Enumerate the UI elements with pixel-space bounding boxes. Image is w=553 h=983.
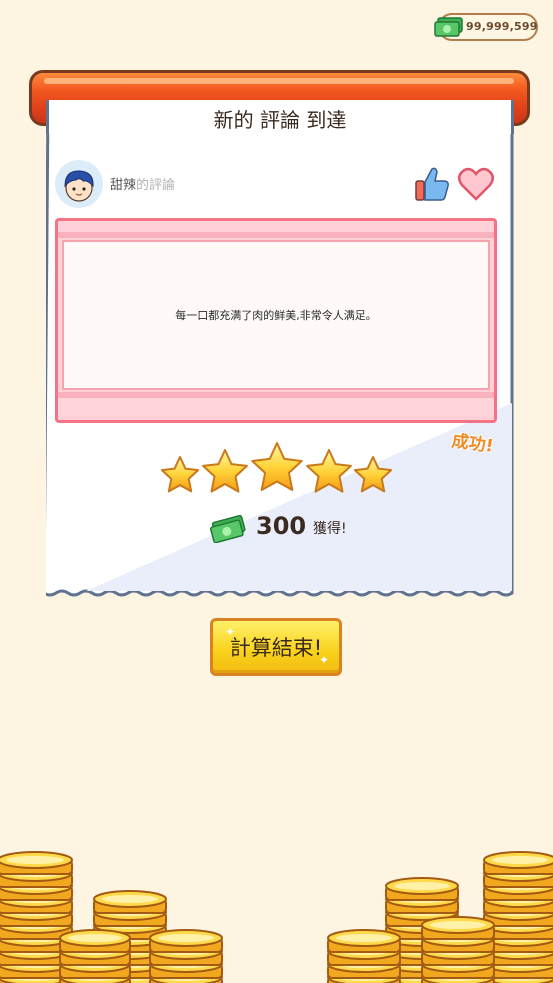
coin-stack-left: [0, 851, 223, 983]
rating-stars: [160, 442, 393, 493]
page-title: 新的 評論 到達: [213, 108, 347, 132]
star-icon: [251, 442, 303, 491]
avatar: [55, 160, 103, 208]
cash-icon: [209, 514, 246, 543]
sparkle-icon: ✦: [318, 653, 329, 667]
star-icon: [353, 456, 393, 493]
coin-icon: [59, 929, 131, 953]
cash-icon: [434, 17, 463, 37]
end-calculation-button[interactable]: ✦ ✦ 計算結束!: [210, 618, 342, 676]
reward-amount: 300: [256, 512, 307, 540]
avatar-face-icon: [64, 170, 94, 202]
review-band-line: [58, 392, 494, 398]
review-content: 每一口都充满了肉的鲜美,非常令人满足。: [62, 240, 490, 390]
review-text: 每一口都充满了肉的鲜美,非常令人满足。: [175, 309, 377, 322]
currency-amount: 99,999,599: [466, 20, 538, 33]
reward-label: 獲得!: [313, 521, 347, 537]
review-band-bottom: [58, 398, 494, 416]
reviewer-name-text: 甜辣: [110, 178, 137, 193]
thumbs-up-icon[interactable]: [414, 165, 450, 203]
coin-stack-right: [327, 851, 553, 983]
sparkle-icon: ✦: [225, 625, 236, 639]
star-icon: [160, 456, 200, 493]
coin-icon: [0, 851, 73, 875]
star-icon: [306, 449, 352, 493]
heart-icon[interactable]: [457, 166, 495, 202]
roller-highlight: [44, 78, 514, 84]
end-button-label: 計算結束!: [229, 636, 323, 660]
coin-icon: [149, 929, 223, 953]
coin-icon: [93, 890, 167, 914]
star-icon: [202, 449, 248, 493]
reviewer-suffix: 的評論: [136, 178, 176, 193]
coin-icon: [421, 916, 495, 940]
coin-icon: [483, 851, 553, 875]
coin-icon: [385, 877, 459, 901]
review-band-top: [58, 232, 494, 238]
coin-icon: [327, 929, 401, 953]
reviewer-name: 甜辣的評論: [110, 174, 175, 193]
